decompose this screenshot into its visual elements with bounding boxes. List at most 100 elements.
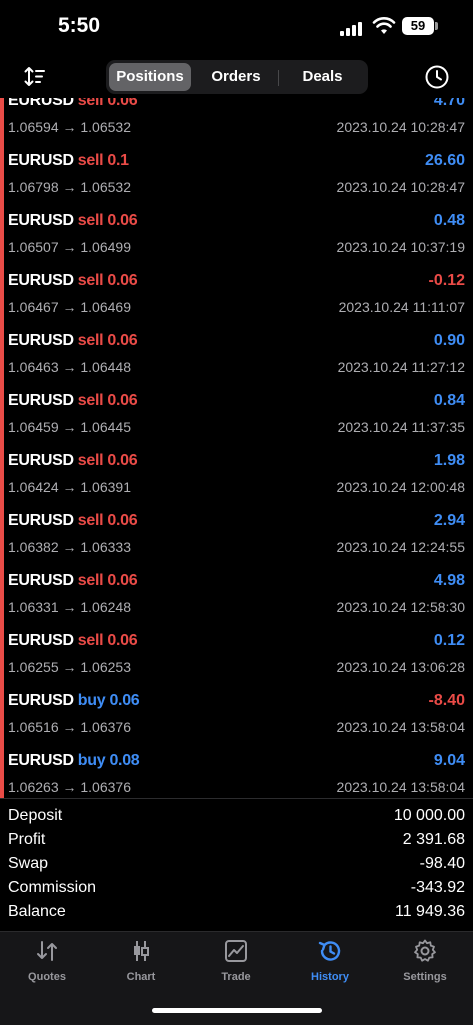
history-icon — [318, 941, 341, 961]
deal-prices: 1.06516 → 1.06376 — [8, 719, 131, 735]
deal-direction-volume: sell 0.06 — [77, 332, 138, 349]
battery-tip — [435, 22, 438, 30]
deal-title: EURUSD sell 0.06 — [8, 512, 138, 530]
deal-profit: 4.98 — [433, 572, 465, 589]
tab-orders[interactable]: Orders — [194, 63, 278, 91]
deal-row-accent-bar — [0, 686, 4, 746]
deal-row[interactable]: EURUSD sell 0.06 1.06382 → 1.06333 2.94 2023… — [0, 506, 473, 566]
commission-value: -343.92 — [410, 879, 465, 896]
deal-row-accent-bar — [0, 266, 4, 326]
deal-row[interactable]: EURUSD sell 0.06 1.06467 → 1.06469 -0.12 202… — [0, 266, 473, 326]
profit-label: Profit — [8, 831, 46, 848]
deal-direction-volume: sell 0.06 — [77, 272, 138, 289]
gear-icon — [414, 939, 436, 962]
deal-date: 2023.10.24 12:58:30 — [336, 599, 465, 615]
sort-icon[interactable] — [22, 64, 48, 90]
deal-prices: 1.06255 → 1.06253 — [8, 659, 131, 675]
deal-row[interactable]: EURUSD sell 0.06 1.06331 → 1.06248 4.98 2023… — [0, 566, 473, 626]
deal-title: EURUSD sell 0.06 — [8, 272, 138, 290]
candlestick-icon — [134, 941, 149, 961]
deal-date: 2023.10.24 10:28:47 — [336, 179, 465, 195]
top-bar: Positions Orders Deals — [0, 56, 473, 98]
deal-profit: 0.90 — [433, 332, 465, 349]
deal-row[interactable]: EURUSD buy 0.06 1.06516 → 1.06376 -8.40 2023… — [0, 686, 473, 746]
deal-symbol: EURUSD — [8, 272, 74, 289]
tab-positions[interactable]: Positions — [109, 63, 191, 91]
deal-date: 2023.10.24 11:37:35 — [337, 419, 465, 435]
nav-settings[interactable]: Settings — [378, 938, 472, 988]
deal-profit: 0.48 — [433, 212, 465, 229]
deal-date: 2023.10.24 10:28:47 — [336, 119, 465, 135]
nav-history[interactable]: History — [283, 938, 377, 988]
deal-date: 2023.10.24 13:06:28 — [336, 659, 465, 675]
nav-quotes-label: Quotes — [28, 971, 66, 983]
nav-quotes[interactable]: Quotes — [0, 938, 94, 988]
deal-direction-volume: sell 0.06 — [77, 512, 138, 529]
deal-row-accent-bar — [0, 566, 4, 626]
deal-direction-volume: sell 0.06 — [77, 572, 138, 589]
deal-title: EURUSD sell 0.06 — [8, 452, 138, 470]
nav-settings-label: Settings — [403, 971, 447, 983]
summary-commission: Commission -343.92 — [0, 879, 473, 903]
nav-chart[interactable]: Chart — [94, 938, 188, 988]
deal-symbol: EURUSD — [8, 98, 74, 109]
deal-row[interactable]: EURUSD sell 0.06 1.06507 → 1.06499 0.48 2023… — [0, 206, 473, 266]
deal-profit: -0.12 — [428, 272, 465, 289]
balance-label: Balance — [8, 903, 66, 920]
deal-profit: 0.12 — [433, 632, 465, 649]
deal-profit: 0.84 — [433, 392, 465, 409]
deal-prices: 1.06507 → 1.06499 — [8, 239, 131, 255]
deal-symbol: EURUSD — [8, 392, 74, 409]
nav-chart-label: Chart — [126, 971, 156, 983]
deal-row-accent-bar — [0, 146, 4, 206]
deal-date: 2023.10.24 12:00:48 — [336, 479, 465, 495]
deal-row-accent-bar — [0, 386, 4, 446]
deal-direction-volume: sell 0.06 — [77, 212, 138, 229]
deal-prices: 1.06459 → 1.06445 — [8, 419, 131, 435]
deal-row-accent-bar — [0, 326, 4, 386]
deal-date: 2023.10.24 10:37:19 — [336, 239, 465, 255]
tab-deals[interactable]: Deals — [280, 63, 365, 91]
deal-prices: 1.06467 → 1.06469 — [8, 299, 131, 315]
deal-profit: 1.98 — [433, 452, 465, 469]
deal-row[interactable]: EURUSD sell 0.1 1.06798 → 1.06532 26.60 2023… — [0, 146, 473, 206]
deal-title: EURUSD buy 0.06 — [8, 692, 140, 710]
deal-row[interactable]: EURUSD buy 0.08 1.06263 → 1.06376 9.04 2023.… — [0, 746, 473, 798]
segment-divider — [278, 70, 279, 86]
deal-row-accent-bar — [0, 626, 4, 686]
deal-title: EURUSD sell 0.06 — [8, 98, 138, 110]
deal-direction-volume: sell 0.06 — [77, 392, 138, 409]
deal-title: EURUSD buy 0.08 — [8, 752, 140, 770]
deals-list: EURUSD sell 0.06 1.06594 → 1.06532 4.70 2023… — [0, 98, 473, 798]
deposit-value: 10 000.00 — [393, 807, 465, 824]
deal-row[interactable]: EURUSD sell 0.06 1.06424 → 1.06391 1.98 2023… — [0, 446, 473, 506]
nav-trade[interactable]: Trade — [189, 938, 283, 988]
deal-prices: 1.06463 → 1.06448 — [8, 359, 131, 375]
deal-symbol: EURUSD — [8, 632, 74, 649]
deal-prices: 1.06798 → 1.06532 — [8, 179, 131, 195]
deal-symbol: EURUSD — [8, 152, 74, 169]
deal-row[interactable]: EURUSD sell 0.06 1.06255 → 1.06253 0.12 2023… — [0, 626, 473, 686]
status-time: 5:50 — [58, 14, 101, 37]
deal-prices: 1.06424 → 1.06391 — [8, 479, 131, 495]
deal-row[interactable]: EURUSD sell 0.06 1.06463 → 1.06448 0.90 2023… — [0, 326, 473, 386]
deal-symbol: EURUSD — [8, 572, 74, 589]
wifi-icon — [372, 17, 396, 34]
clock-icon[interactable] — [424, 64, 450, 90]
deal-row[interactable]: EURUSD sell 0.06 1.06459 → 1.06445 0.84 2023… — [0, 386, 473, 446]
commission-label: Commission — [8, 879, 97, 896]
summary-balance: Balance 11 949.36 — [0, 903, 473, 927]
deposit-label: Deposit — [8, 807, 63, 824]
deal-profit: -8.40 — [428, 692, 465, 709]
deal-symbol: EURUSD — [8, 752, 74, 769]
deal-prices: 1.06594 → 1.06532 — [8, 119, 131, 135]
deal-profit: 2.94 — [433, 512, 465, 529]
account-summary: Deposit 10 000.00 Profit 2 391.68 Swap -… — [0, 798, 473, 931]
deal-profit: 26.60 — [424, 152, 465, 169]
deal-profit: 9.04 — [433, 752, 465, 769]
deal-date: 2023.10.24 11:11:07 — [338, 299, 465, 315]
deal-row[interactable]: EURUSD sell 0.06 1.06594 → 1.06532 4.70 2023… — [0, 98, 473, 146]
swap-label: Swap — [8, 855, 49, 872]
deal-date: 2023.10.24 13:58:04 — [336, 719, 465, 735]
deal-row-accent-bar — [0, 506, 4, 566]
